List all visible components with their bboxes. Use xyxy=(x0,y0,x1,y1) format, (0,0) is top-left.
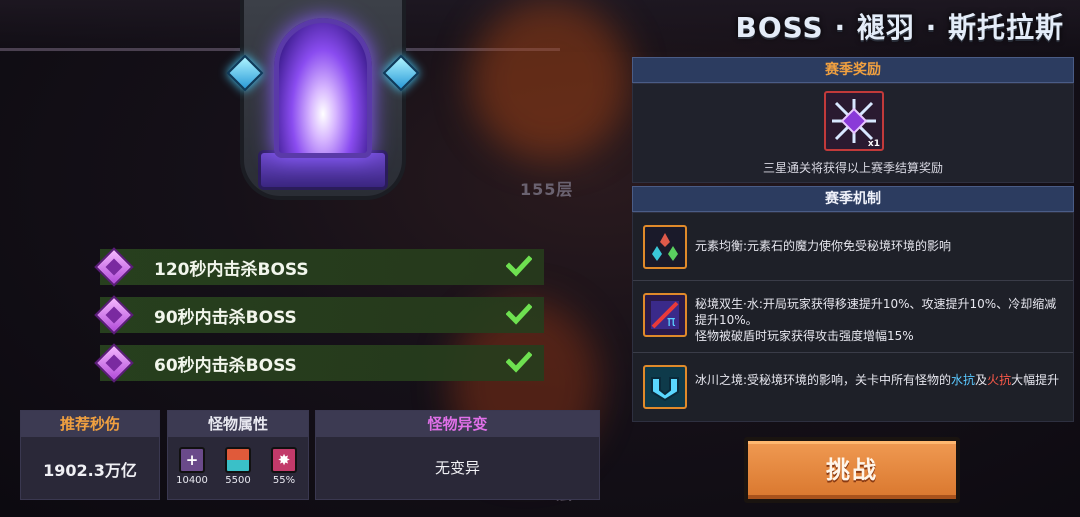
attribute-item[interactable]: ✸ 55% xyxy=(267,447,301,486)
reward-item-slot[interactable]: x1 xyxy=(824,91,884,151)
recommended-dps-card: 推荐秒伤 1902.3万亿 xyxy=(20,410,160,500)
monster-attributes-title: 怪物属性 xyxy=(168,411,308,437)
element-icon xyxy=(225,447,251,473)
season-reward-header: 赛季奖励 xyxy=(632,57,1074,83)
background-fire-glow xyxy=(470,0,630,160)
monster-mutation-card: 怪物异变 无变异 xyxy=(315,410,600,500)
objective-label: 60秒内击杀BOSS xyxy=(154,356,297,376)
objective-label: 90秒内击杀BOSS xyxy=(154,308,297,328)
star-diamond-icon xyxy=(92,341,136,385)
portal-door xyxy=(274,18,372,158)
monster-mutation-value: 无变异 xyxy=(434,459,480,477)
season-mechanics-header: 赛季机制 xyxy=(632,186,1074,212)
mechanic-text-line: 秘境双生·水:开局玩家获得移速提升10%、攻速提升10%、冷却缩减提升10%。 xyxy=(695,297,1057,327)
objective-row: 120秒内击杀BOSS xyxy=(94,247,544,287)
water-resist-label: 水抗 xyxy=(951,373,976,387)
background-floor-label: 155层 xyxy=(520,180,574,199)
check-icon xyxy=(506,303,532,325)
boss-portal-image xyxy=(226,0,420,222)
challenge-button[interactable]: 挑战 xyxy=(744,437,960,503)
mechanic-text-part: 及 xyxy=(975,373,988,387)
attribute-value: 10400 xyxy=(176,475,208,486)
mechanic-item: 元素均衡:元素石的魔力使你免受秘境环境的影响 xyxy=(633,213,1073,281)
plus-shield-icon: + xyxy=(179,447,205,473)
season-reward-note: 三星通关将获得以上赛季结算奖励 xyxy=(762,161,943,175)
check-icon xyxy=(506,255,532,277)
mechanic-text-line: 怪物被破盾时玩家获得攻击强度增幅15% xyxy=(695,329,914,343)
season-reward-area: x1 三星通关将获得以上赛季结算奖励 xyxy=(632,83,1074,183)
mechanic-item: π 秘境双生·水:开局玩家获得移速提升10%、攻速提升10%、冷却缩减提升10%… xyxy=(633,281,1073,353)
svg-text:π: π xyxy=(667,314,676,330)
boss-title: BOSS · 褪羽 · 斯托拉斯 xyxy=(735,11,1064,44)
mechanic-text: 冰川之境:受秘境环境的影响，关卡中所有怪物的水抗及火抗大幅提升 xyxy=(695,362,1063,388)
element-balance-icon xyxy=(643,225,687,269)
mechanic-text: 秘境双生·水:开局玩家获得移速提升10%、攻速提升10%、冷却缩减提升10%。 … xyxy=(695,290,1063,344)
critical-icon: ✸ xyxy=(271,447,297,473)
objective-row: 90秒内击杀BOSS xyxy=(94,295,544,335)
objective-label: 120秒内击杀BOSS xyxy=(154,260,309,280)
secret-twin-icon: π xyxy=(643,293,687,337)
mechanic-text-part: 冰川之境:受秘境环境的影响，关卡中所有怪物的 xyxy=(695,373,952,387)
mechanic-text-part: 大幅提升 xyxy=(1011,373,1060,387)
attribute-value: 55% xyxy=(272,475,296,486)
check-icon xyxy=(506,351,532,373)
attribute-item[interactable]: + 10400 xyxy=(175,447,209,486)
mechanic-text: 元素均衡:元素石的魔力使你免受秘境环境的影响 xyxy=(695,239,952,253)
attribute-item[interactable]: 5500 xyxy=(221,447,255,486)
star-diamond-icon xyxy=(92,293,136,337)
objective-row: 60秒内击杀BOSS xyxy=(94,343,544,383)
fire-resist-label: 火抗 xyxy=(987,373,1012,387)
attribute-value: 5500 xyxy=(225,475,251,486)
monster-mutation-title: 怪物异变 xyxy=(316,411,599,437)
recommended-dps-value: 1902.3万亿 xyxy=(43,461,137,480)
mechanic-item: 冰川之境:受秘境环境的影响，关卡中所有怪物的水抗及火抗大幅提升 xyxy=(633,353,1073,421)
season-mechanics-list: 元素均衡:元素石的魔力使你免受秘境环境的影响 π 秘境双生·水:开局玩家获得移速… xyxy=(632,212,1074,422)
monster-attributes-card: 怪物属性 + 10400 5500 ✸ 55% xyxy=(167,410,309,500)
season-info-panel: 赛季奖励 x1 三星通关将获得以上赛季结算奖励 赛季机制 元素均衡:元素石的魔力… xyxy=(632,57,1074,422)
challenge-button-label: 挑战 xyxy=(826,456,878,484)
star-diamond-icon xyxy=(92,245,136,289)
reward-quantity: x1 xyxy=(867,139,880,149)
ice-river-icon xyxy=(643,365,687,409)
recommended-dps-title: 推荐秒伤 xyxy=(21,411,159,437)
